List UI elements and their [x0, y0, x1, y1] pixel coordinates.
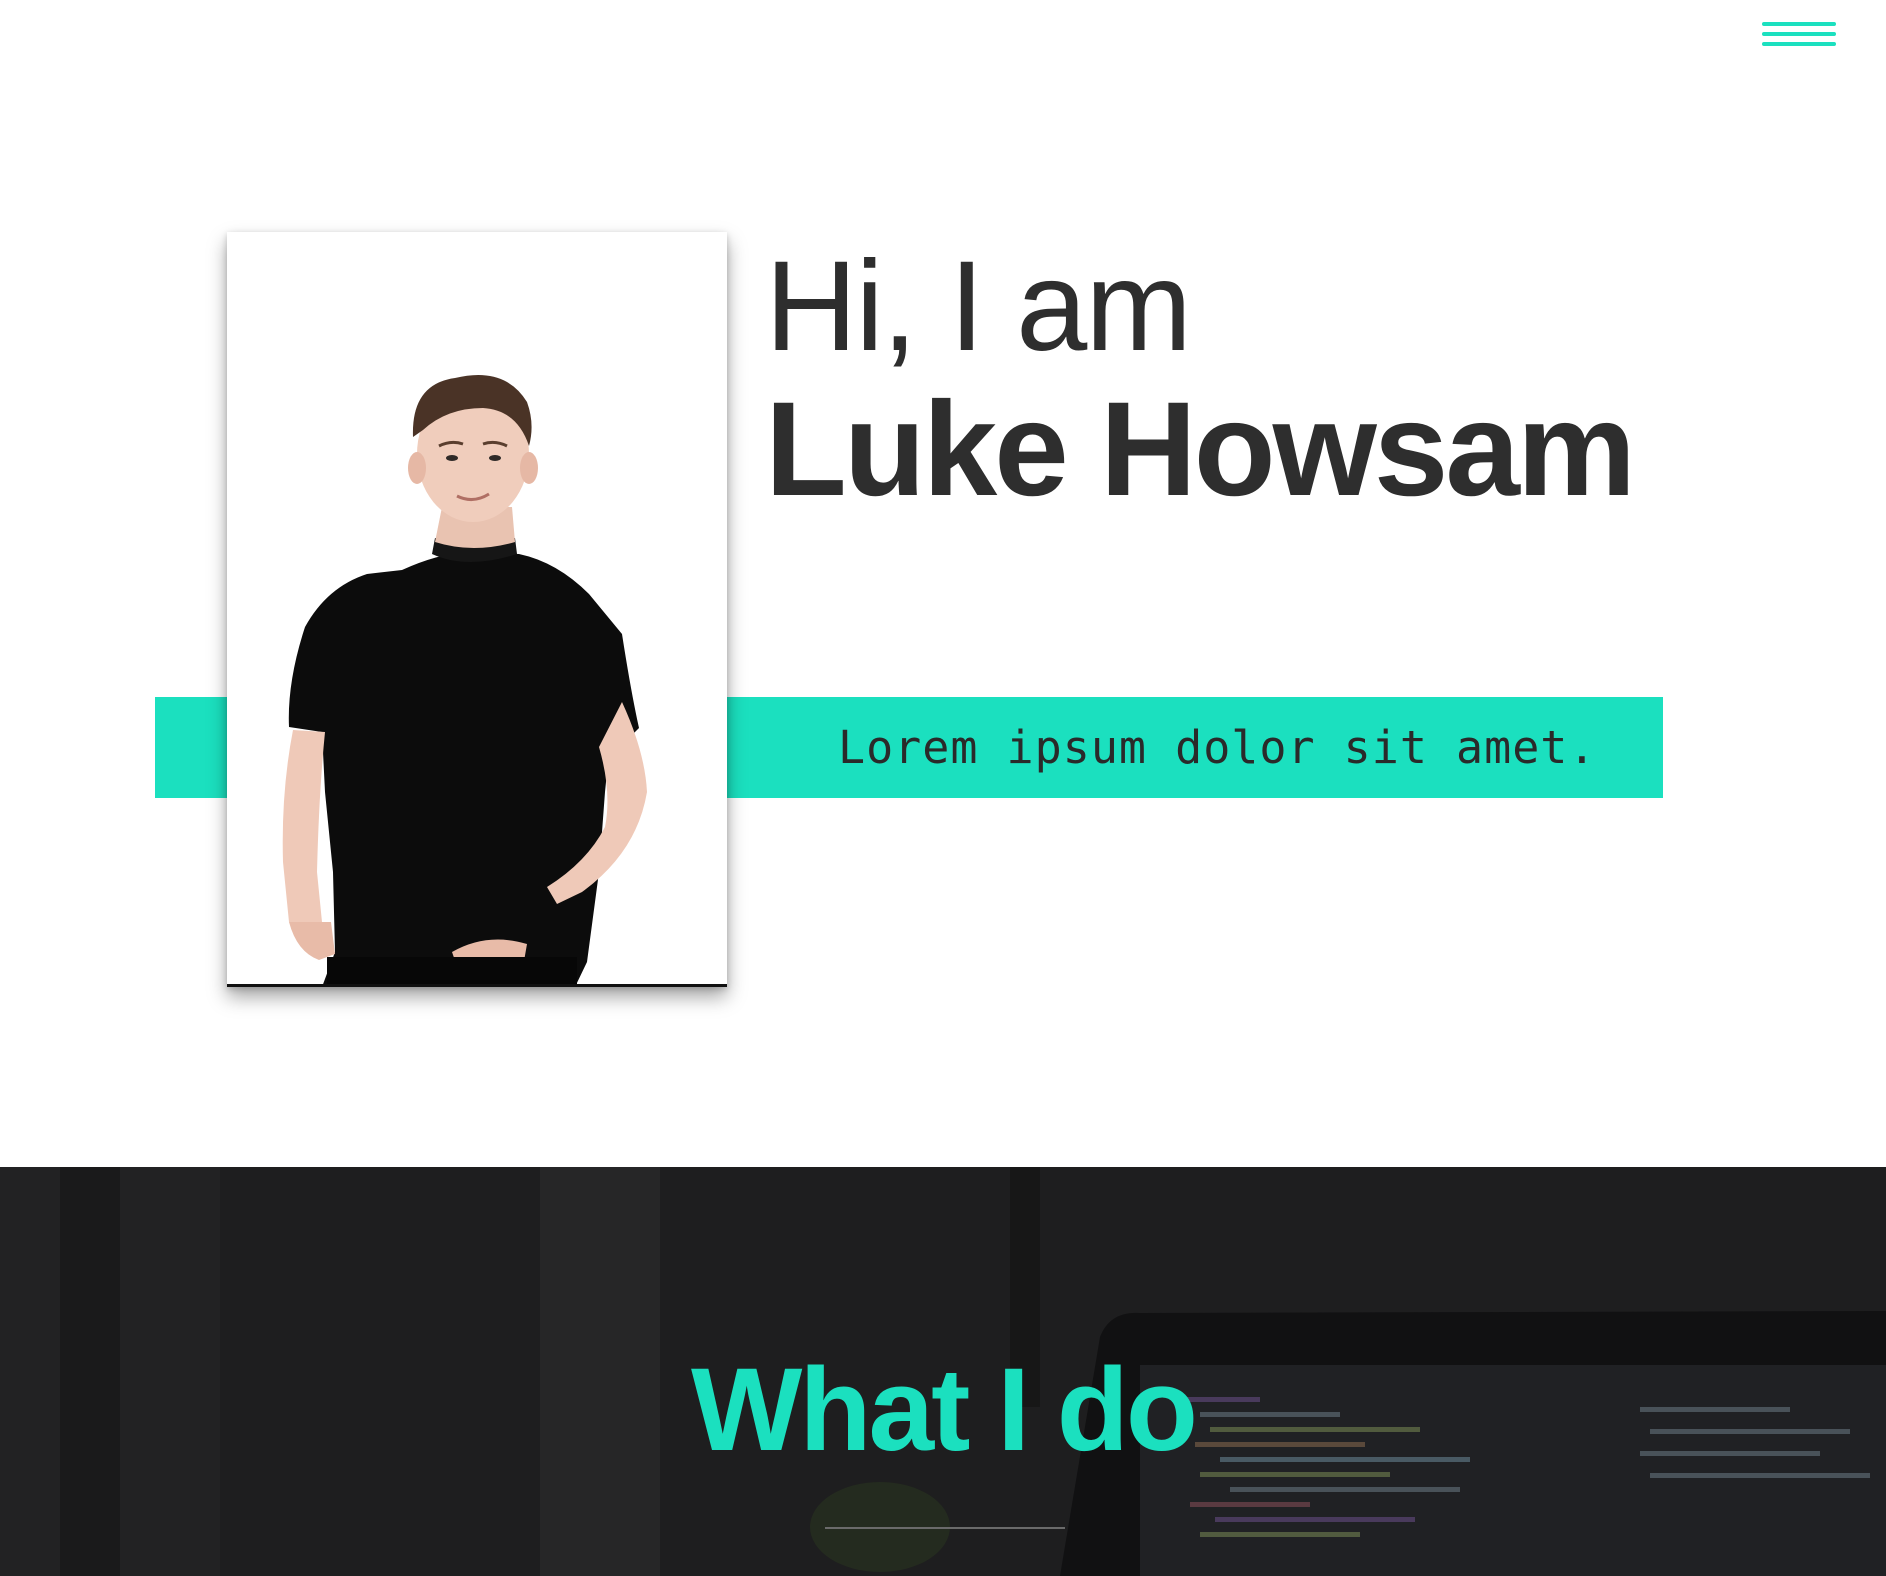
section-title: What I do: [691, 1344, 1198, 1476]
profile-photo: [227, 232, 727, 987]
hamburger-menu-icon[interactable]: [1762, 18, 1838, 58]
menu-bar: [1762, 42, 1836, 46]
menu-bar: [1762, 22, 1836, 26]
menu-bar: [1762, 32, 1836, 36]
hero-name: Luke Howsam: [765, 375, 1636, 524]
section-divider: [825, 1527, 1065, 1529]
hero-tagline: Lorem ipsum dolor sit amet.: [838, 721, 1597, 774]
profile-photo-illustration: [227, 232, 727, 984]
hero-greeting: Hi, I am: [765, 235, 1192, 378]
portfolio-page: Lorem ipsum dolor sit amet. Hi, I am Luk…: [0, 0, 1886, 1576]
